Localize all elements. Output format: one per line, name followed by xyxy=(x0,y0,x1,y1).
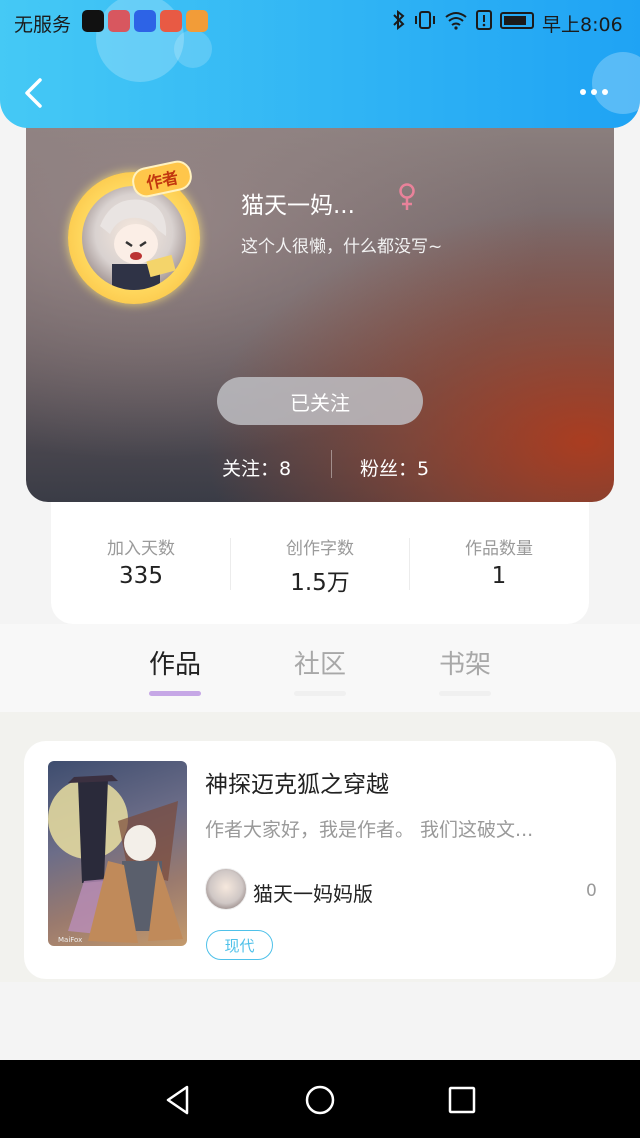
nav-home-button[interactable] xyxy=(300,1080,340,1120)
tab-works[interactable]: 作品 xyxy=(130,644,220,696)
signature: 这个人很懒，什么都没写~ xyxy=(241,237,443,257)
book-count: 0 xyxy=(586,881,597,901)
nickname: 猫天一妈... xyxy=(241,193,355,219)
avatar-illustration xyxy=(100,199,176,290)
recents-square-icon xyxy=(448,1086,476,1114)
stat-label: 加入天数 xyxy=(107,539,175,559)
tiktok-icon xyxy=(82,10,104,32)
stat-label: 作品数量 xyxy=(465,539,533,559)
author-avatar[interactable] xyxy=(205,868,247,910)
back-triangle-icon xyxy=(166,1085,189,1115)
app-header: 无服务 早上8:06 xyxy=(0,0,640,128)
author-name[interactable]: 猫天一妈妈版 xyxy=(253,878,373,907)
divider xyxy=(331,450,332,478)
follow-button[interactable]: 已关注 xyxy=(217,377,423,425)
tab-community[interactable]: 社区 xyxy=(275,644,365,696)
tab-indicator xyxy=(149,691,201,696)
status-bar: 无服务 早上8:06 xyxy=(0,0,640,44)
tab-indicator xyxy=(439,691,491,696)
tab-indicator xyxy=(294,691,346,696)
female-icon xyxy=(399,183,415,210)
avatar-image xyxy=(82,186,186,290)
genre-tag[interactable]: 现代 xyxy=(206,930,273,960)
app-icon xyxy=(108,10,130,32)
avatar[interactable]: 作者 xyxy=(68,158,200,304)
battery-icon xyxy=(500,11,534,29)
clock-text: 早上8:06 xyxy=(542,14,623,36)
following-count[interactable]: 关注：8 xyxy=(222,454,291,481)
nav-back-button[interactable] xyxy=(158,1080,198,1120)
tab-bookshelf[interactable]: 书架 xyxy=(420,644,510,696)
cover-logo-text: MaiFox xyxy=(58,936,82,944)
content-background xyxy=(0,982,640,1060)
stat-value: 1.5万 xyxy=(290,570,350,596)
tab-bar: 作品 社区 书架 xyxy=(0,624,640,712)
back-button[interactable] xyxy=(18,76,50,110)
fans-count[interactable]: 粉丝：5 xyxy=(360,454,429,481)
book-title[interactable]: 神探迈克狐之穿越 xyxy=(205,765,389,799)
stat-works-count: 作品数量 1 xyxy=(409,534,589,589)
bluetooth-icon xyxy=(393,10,405,30)
system-icons xyxy=(392,10,534,30)
stats-card: 加入天数 335 创作字数 1.5万 作品数量 1 xyxy=(51,502,589,624)
alert-icon xyxy=(476,10,492,30)
book-cover[interactable]: MaiFox xyxy=(48,761,187,946)
more-dot xyxy=(591,89,597,95)
works-list: MaiFox 神探迈克狐之穿越 作者大家好，我是作者。 我们这破文... 猫天一… xyxy=(0,712,640,982)
more-dot xyxy=(602,89,608,95)
tab-label: 作品 xyxy=(148,650,201,680)
tab-label: 社区 xyxy=(293,650,346,680)
video-icon xyxy=(186,10,208,32)
system-nav-bar xyxy=(0,1060,640,1138)
baidu-icon xyxy=(134,10,156,32)
stat-label: 创作字数 xyxy=(286,539,354,559)
notification-app-icons xyxy=(82,10,208,32)
tab-label: 书架 xyxy=(438,650,491,680)
book-card[interactable]: MaiFox 神探迈克狐之穿越 作者大家好，我是作者。 我们这破文... 猫天一… xyxy=(24,741,616,979)
vibrate-icon xyxy=(415,11,435,29)
stat-value: 1 xyxy=(491,563,507,589)
bilibili-icon xyxy=(160,10,182,32)
home-circle-icon xyxy=(305,1085,335,1115)
more-dot xyxy=(580,89,586,95)
book-description: 作者大家好，我是作者。 我们这破文... xyxy=(205,819,534,841)
author-badge: 作者 xyxy=(129,158,195,200)
stat-join-days: 加入天数 335 xyxy=(51,534,231,589)
more-button[interactable] xyxy=(574,80,614,104)
profile-card: 作者 猫天一妈... 这个人很懒，什么都没写~ 已关注 关注：8 粉丝：5 xyxy=(26,100,614,502)
stat-value: 335 xyxy=(119,563,163,589)
carrier-text: 无服务 xyxy=(14,14,72,36)
wifi-icon xyxy=(445,12,467,30)
nav-recents-button[interactable] xyxy=(442,1080,482,1120)
stat-word-count: 创作字数 1.5万 xyxy=(230,534,410,597)
cover-illustration: MaiFox xyxy=(48,775,183,944)
